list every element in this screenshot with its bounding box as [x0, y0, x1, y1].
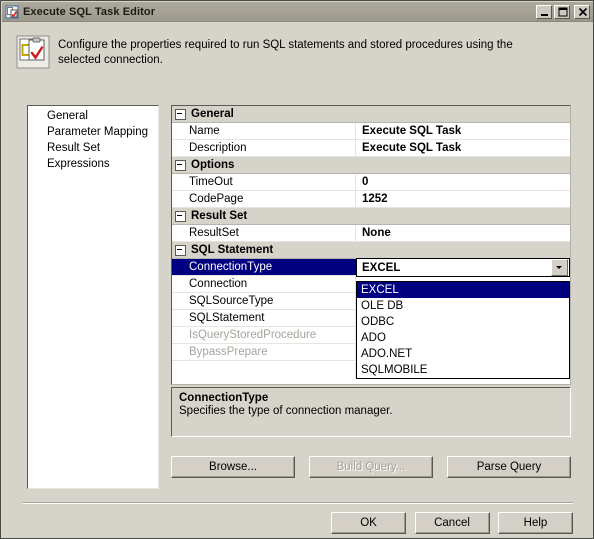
page-list-item-result-set[interactable]: Result Set [28, 140, 158, 156]
connectiontype-dropdown-list[interactable]: EXCEL OLE DB ODBC ADO ADO.NET SQLMOBILE [356, 281, 570, 379]
chevron-down-icon[interactable] [551, 259, 568, 276]
grid-row-timeout-label: TimeOut [172, 174, 356, 190]
window-title: Execute SQL Task Editor [23, 5, 156, 18]
dialog-header: Configure the properties required to run… [2, 22, 593, 95]
property-description-title: ConnectionType [179, 392, 269, 404]
page-list[interactable]: General Parameter Mapping Result Set Exp… [27, 105, 159, 489]
grid-row-codepage[interactable]: CodePage 1252 [172, 191, 570, 208]
collapse-icon[interactable] [175, 108, 186, 120]
collapse-icon[interactable] [175, 210, 186, 222]
action-button-bar: Browse... Build Query... Parse Query [171, 456, 571, 478]
dialog-footer: OK Cancel Help [331, 512, 573, 534]
ok-button[interactable]: OK [331, 512, 406, 534]
grid-row-description[interactable]: Description Execute SQL Task [172, 140, 570, 157]
grid-row-sqlstatement-label: SQLStatement [172, 310, 356, 326]
property-description-body: Specifies the type of connection manager… [179, 405, 393, 417]
grid-category-label: General [191, 108, 234, 120]
grid-category-label: Options [191, 159, 235, 171]
grid-row-name-value[interactable]: Execute SQL Task [356, 123, 570, 139]
grid-category-label: Result Set [191, 210, 248, 222]
close-button[interactable] [574, 4, 590, 19]
grid-category-general[interactable]: General [172, 106, 570, 123]
connectiontype-combobox[interactable]: EXCEL [356, 258, 570, 277]
grid-row-bypassprepare-label: BypassPrepare [172, 344, 356, 360]
dropdown-option-ado[interactable]: ADO [357, 330, 569, 346]
page-list-item-general[interactable]: General [28, 108, 158, 124]
collapse-icon[interactable] [175, 159, 186, 171]
help-button[interactable]: Help [498, 512, 573, 534]
dropdown-option-sqlmobile[interactable]: SQLMOBILE [357, 362, 569, 378]
grid-row-isquerystoredprocedure-label: IsQueryStoredProcedure [172, 327, 356, 343]
window-titlebar[interactable]: Execute SQL Task Editor [2, 2, 593, 22]
page-list-item-expressions[interactable]: Expressions [28, 156, 158, 172]
collapse-icon[interactable] [175, 244, 186, 256]
grid-category-sql-statement[interactable]: SQL Statement [172, 242, 570, 259]
titlebar-app-icon [5, 5, 19, 19]
cancel-button[interactable]: Cancel [414, 512, 490, 534]
sql-task-document-icon [16, 35, 50, 69]
property-description-panel: ConnectionType Specifies the type of con… [171, 387, 571, 437]
grid-row-codepage-value[interactable]: 1252 [356, 191, 570, 207]
execute-sql-task-editor-dialog: Execute SQL Task Editor Configure the pr… [0, 0, 594, 539]
connectiontype-combobox-value: EXCEL [362, 261, 401, 274]
grid-category-options[interactable]: Options [172, 157, 570, 174]
grid-row-codepage-label: CodePage [172, 191, 356, 207]
minimize-button[interactable] [536, 4, 552, 19]
grid-row-timeout[interactable]: TimeOut 0 [172, 174, 570, 191]
grid-row-resultset-label: ResultSet [172, 225, 356, 241]
dropdown-option-ole-db[interactable]: OLE DB [357, 298, 569, 314]
browse-button[interactable]: Browse... [171, 456, 295, 478]
grid-category-label: SQL Statement [191, 244, 274, 256]
grid-row-empty-label [172, 362, 356, 378]
dropdown-option-odbc[interactable]: ODBC [357, 314, 569, 330]
dialog-description: Configure the properties required to run… [58, 39, 513, 66]
grid-row-connectiontype[interactable]: ConnectionType EXCEL [172, 258, 570, 277]
dropdown-option-excel[interactable]: EXCEL [357, 282, 569, 298]
maximize-button[interactable] [554, 4, 570, 19]
grid-row-connectiontype-label: ConnectionType [172, 259, 356, 275]
dropdown-option-ado-net[interactable]: ADO.NET [357, 346, 569, 362]
grid-row-description-label: Description [172, 140, 356, 156]
window-controls [536, 4, 590, 19]
footer-separator [23, 502, 573, 504]
page-list-item-general-label: General [47, 110, 88, 122]
grid-row-sqlsourcetype-label: SQLSourceType [172, 293, 356, 309]
grid-row-name[interactable]: Name Execute SQL Task [172, 123, 570, 140]
grid-row-name-label: Name [172, 123, 356, 139]
page-list-item-parameter-mapping[interactable]: Parameter Mapping [28, 124, 158, 140]
grid-row-timeout-value[interactable]: 0 [356, 174, 570, 190]
grid-category-result-set[interactable]: Result Set [172, 208, 570, 225]
grid-row-resultset-value[interactable]: None [356, 225, 570, 241]
grid-row-description-value[interactable]: Execute SQL Task [356, 140, 570, 156]
grid-row-connection-label: Connection [172, 276, 356, 292]
parse-query-button[interactable]: Parse Query [447, 456, 571, 478]
build-query-button: Build Query... [309, 456, 433, 478]
grid-row-resultset[interactable]: ResultSet None [172, 225, 570, 242]
